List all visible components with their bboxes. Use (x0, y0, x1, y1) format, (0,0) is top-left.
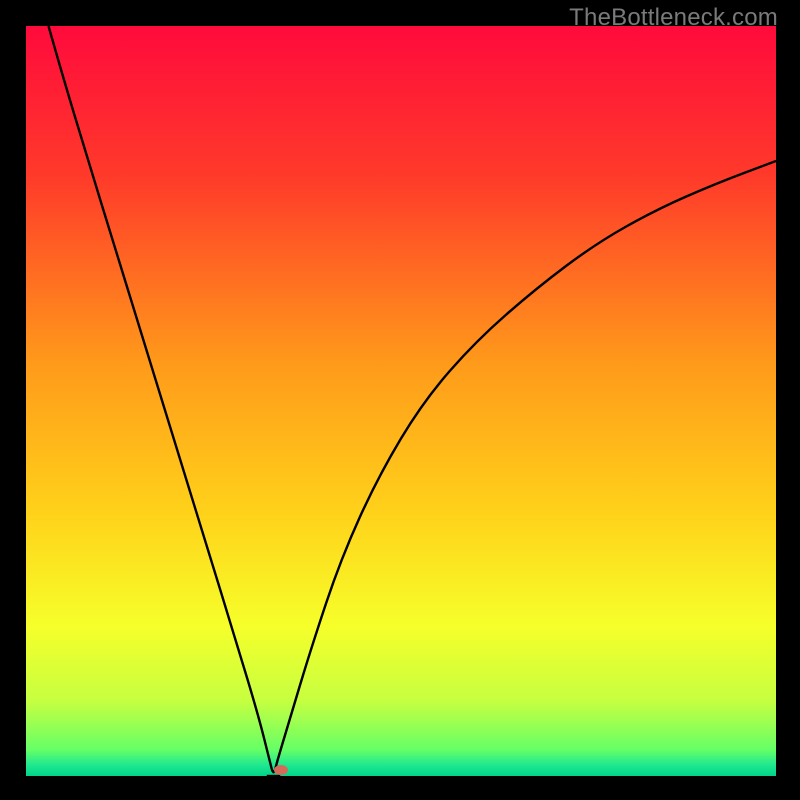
plot-area (26, 26, 776, 776)
optimal-point-marker (274, 765, 288, 775)
gradient-background (26, 26, 776, 776)
bottleneck-curve-chart (26, 26, 776, 776)
chart-container: TheBottleneck.com (0, 0, 800, 800)
